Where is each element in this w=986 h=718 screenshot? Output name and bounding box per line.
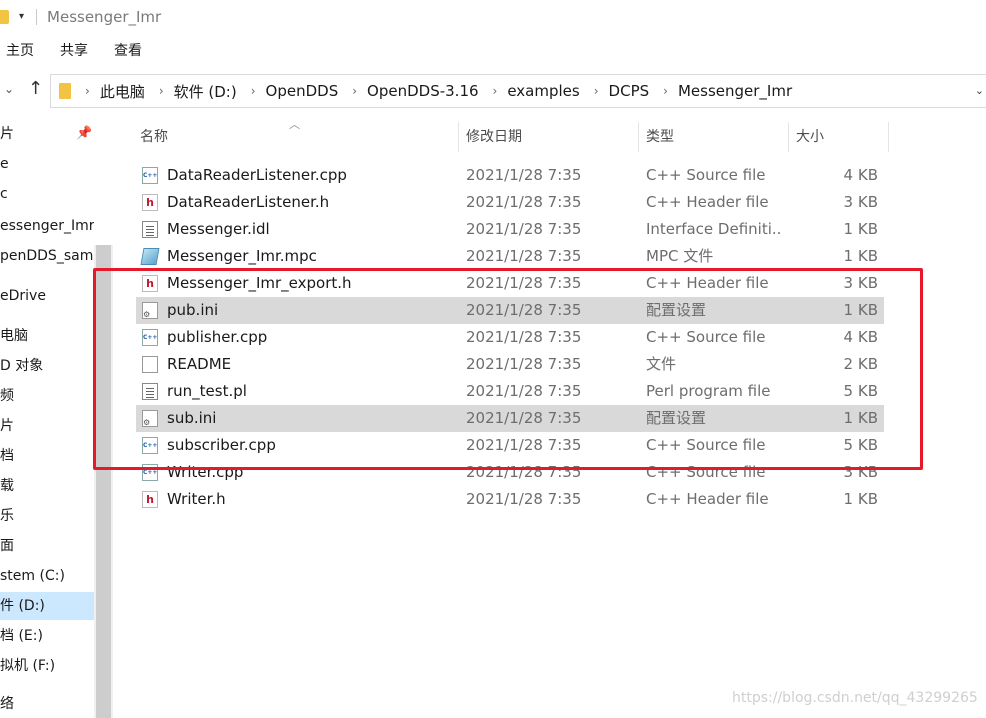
tab-view[interactable]: 查看 [114,40,142,60]
header-file-icon: h [142,194,158,211]
chevron-right-icon[interactable]: › [594,84,599,98]
nav-item[interactable]: 乐 [0,502,94,530]
annotation-rectangle [93,268,923,470]
file-row[interactable]: C++ DataReaderListener.cpp 2021/1/28 7:35 C… [136,162,884,189]
breadcrumb-item[interactable]: Messenger_Imr [678,82,792,100]
breadcrumb-item[interactable]: OpenDDS-3.16 [367,82,479,100]
breadcrumb-item[interactable]: examples [507,82,579,100]
file-size: 1 KB [843,220,878,238]
file-size: 1 KB [843,247,878,265]
nav-item[interactable]: 片 [0,120,94,148]
file-date: 2021/1/28 7:35 [466,247,582,265]
file-date: 2021/1/28 7:35 [466,220,582,238]
ribbon-tabs: 主页 共享 查看 [0,36,168,64]
file-row[interactable]: h DataReaderListener.h 2021/1/28 7:35 C++ H… [136,189,884,216]
file-name: Messenger.idl [167,220,270,238]
nav-item[interactable]: essenger_Imr [0,212,94,240]
scrollbar-track[interactable] [94,120,113,245]
header-file-icon: h [142,491,158,508]
title-separator [36,8,38,25]
breadcrumb-item[interactable]: 此电脑 [100,81,145,102]
cpp-file-icon: C++ [142,167,158,184]
file-size: 3 KB [843,193,878,211]
file-type: C++ Header file [646,490,769,508]
file-date: 2021/1/28 7:35 [466,193,582,211]
nav-item[interactable]: 片 [0,412,94,440]
nav-item[interactable]: 电脑 [0,322,94,350]
nav-item[interactable]: stem (C:) [0,562,94,590]
file-date: 2021/1/28 7:35 [466,490,582,508]
column-header-name[interactable]: 名称 [136,122,458,152]
file-date: 2021/1/28 7:35 [466,166,582,184]
file-size: 1 KB [843,490,878,508]
breadcrumb: › 此电脑 › 软件 (D:) › OpenDDS › OpenDDS-3.16… [71,81,792,102]
file-row[interactable]: h Writer.h 2021/1/28 7:35 C++ Header file 1 … [136,486,884,513]
file-type: MPC 文件 [646,247,714,265]
column-divider[interactable] [638,122,639,152]
nav-item[interactable]: c [0,180,94,208]
navigation-pane: 📌 片 e c essenger_Imr penDDS_samp eDrive 电脑 D 对象… [0,120,94,718]
file-type: C++ Header file [646,193,769,211]
nav-item[interactable]: eDrive [0,282,94,310]
text-file-icon [142,221,158,238]
column-header-type[interactable]: 类型 [642,122,788,152]
column-header-date[interactable]: 修改日期 [462,122,638,152]
breadcrumb-item[interactable]: DCPS [609,82,650,100]
nav-item[interactable]: 频 [0,382,94,410]
chevron-right-icon[interactable]: › [352,84,357,98]
column-divider[interactable] [788,122,789,152]
chevron-right-icon[interactable]: › [251,84,256,98]
nav-item[interactable]: 载 [0,472,94,500]
recent-locations-chevron-icon[interactable]: ⌄ [4,82,14,96]
column-divider[interactable] [888,122,889,152]
nav-item[interactable]: 面 [0,532,94,560]
tab-share[interactable]: 共享 [60,40,88,60]
file-row[interactable]: Messenger_Imr.mpc 2021/1/28 7:35 MPC 文件 1 K… [136,243,884,270]
chevron-right-icon[interactable]: › [159,84,164,98]
column-divider[interactable] [458,122,459,152]
nav-item[interactable]: 件 (D:) [0,592,94,620]
up-arrow-icon[interactable]: ↑ [28,78,43,99]
file-name: DataReaderListener.h [167,193,330,211]
folder-icon [0,9,9,24]
address-bar[interactable]: › 此电脑 › 软件 (D:) › OpenDDS › OpenDDS-3.16… [50,74,986,108]
nav-item[interactable]: 档 [0,442,94,470]
breadcrumb-item[interactable]: OpenDDS [266,82,339,100]
mpc-file-icon [140,248,160,265]
nav-item[interactable]: penDDS_samp [0,242,94,270]
file-name: DataReaderListener.cpp [167,166,347,184]
title-bar: ▾ Messenger_Imr [0,0,986,33]
nav-item[interactable]: e [0,150,94,178]
window-title: Messenger_Imr [47,7,162,26]
address-dropdown-icon[interactable]: ⌄ [975,84,984,97]
column-header-size[interactable]: 大小 [792,122,888,152]
file-type: C++ Source file [646,166,766,184]
watermark: https://blog.csdn.net/qq_43299265 [732,690,978,706]
breadcrumb-item[interactable]: 软件 (D:) [174,81,237,102]
folder-icon [59,83,71,99]
chevron-right-icon[interactable]: › [85,84,90,98]
nav-item[interactable]: D 对象 [0,352,94,380]
file-size: 4 KB [843,166,878,184]
address-row: ⌄ ↑ › 此电脑 › 软件 (D:) › OpenDDS › OpenDDS-… [0,72,986,110]
tab-home[interactable]: 主页 [6,40,34,60]
file-type: Interface Definiti... [646,220,782,238]
nav-item[interactable]: 拟机 (F:) [0,652,94,680]
chevron-right-icon[interactable]: › [663,84,668,98]
file-row[interactable]: Messenger.idl 2021/1/28 7:35 Interface Def… [136,216,884,243]
chevron-right-icon[interactable]: › [493,84,498,98]
quick-access-dropdown-icon[interactable]: ▾ [19,11,24,22]
file-name: Writer.h [167,490,226,508]
file-name: Messenger_Imr.mpc [167,247,317,265]
nav-item[interactable]: 档 (E:) [0,622,94,650]
nav-item[interactable]: 络 [0,690,94,718]
